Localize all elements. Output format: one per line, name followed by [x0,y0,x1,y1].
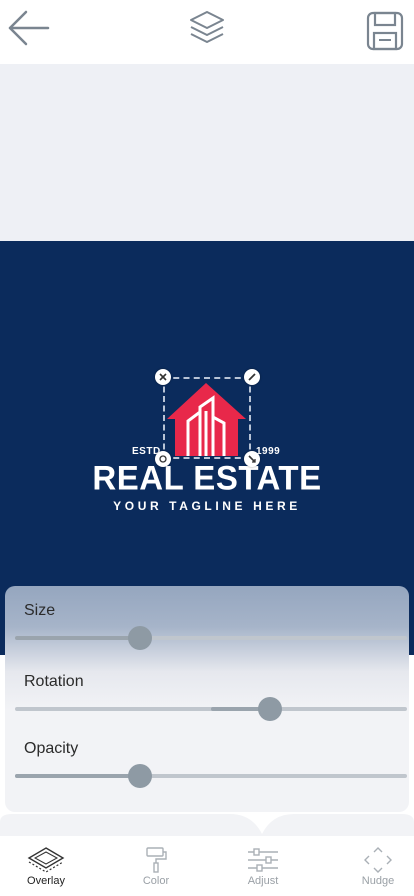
resize-handle[interactable] [244,451,260,467]
opacity-label: Opacity [24,740,79,757]
tab-color-label: Color [142,875,170,887]
opacity-slider-fill [15,774,141,778]
floppy-save-icon [366,11,404,51]
opacity-slider[interactable] [15,764,407,788]
tab-nudge-label: Nudge [361,875,395,887]
paint-roller-icon [146,847,167,873]
delete-handle[interactable] [155,369,171,385]
tab-color[interactable]: Color [116,836,196,896]
nudge-arrows-icon [364,847,392,873]
tab-adjust-label: Adjust [247,875,279,887]
size-label: Size [24,602,56,619]
sliders-icon [248,848,278,872]
opacity-slider-thumb[interactable] [128,764,153,788]
logo-brand-text: REAL ESTATE [92,458,322,497]
pencil-icon [248,373,256,381]
rotation-label: Rotation [24,673,84,690]
save-button[interactable] [362,8,408,54]
size-slider-fill [15,636,141,640]
canvas-margin [0,64,414,241]
tab-adjust[interactable]: Adjust [223,836,303,896]
logo-year-text: 1999 [256,446,281,457]
size-slider[interactable] [15,626,407,650]
close-icon [159,373,167,381]
resize-arrows-icon [248,455,256,463]
tabbar-notch [0,814,414,838]
tab-nudge[interactable]: Nudge [338,836,414,896]
rotation-slider[interactable] [15,697,407,721]
tab-overlay[interactable]: Overlay [6,836,86,896]
overlay-icon [27,847,65,873]
overlay-selection-box[interactable] [163,377,251,459]
back-button[interactable] [4,8,52,48]
rotate-handle[interactable] [155,451,171,467]
size-slider-thumb[interactable] [128,626,153,650]
bottom-tab-bar: Overlay Color Adjust Nudge [0,836,414,896]
overlay-adjust-panel: Size Rotation Opacity [5,586,409,812]
rotate-icon [159,455,167,463]
edit-handle[interactable] [244,369,260,385]
arrow-left-icon [8,10,50,46]
logo-tagline-text: YOUR TAGLINE HERE [113,499,301,513]
layers-icon [190,11,224,43]
rotation-slider-thumb[interactable] [257,697,282,721]
top-toolbar [0,0,414,64]
layers-button[interactable] [183,8,231,50]
tab-overlay-label: Overlay [27,875,65,887]
